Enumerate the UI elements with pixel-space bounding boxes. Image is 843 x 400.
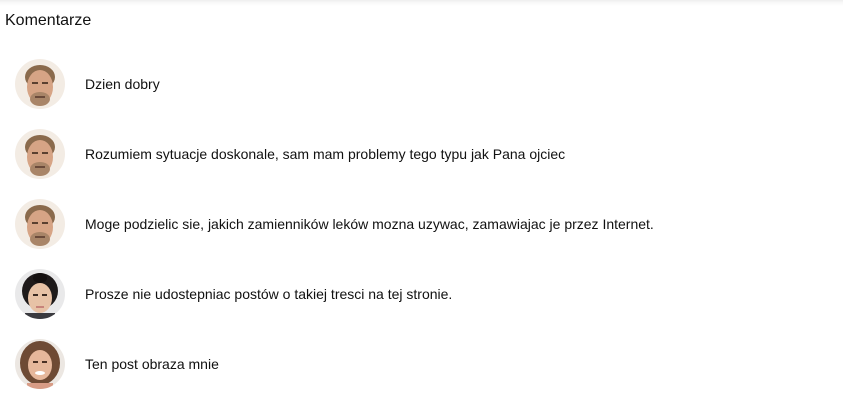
comment-text: Dzien dobry [85,76,160,92]
comment-text: Rozumiem sytuacje doskonale, sam mam pro… [85,146,566,162]
comment-item: Dzien dobry [15,59,835,109]
comment-text: Moge podzielic sie, jakich zamienników l… [85,216,654,232]
comments-panel: Komentarze Dzien dobry Rozumiem sytuacje… [0,0,843,400]
woman-dark-hair-avatar [15,269,65,319]
comment-item: Rozumiem sytuacje doskonale, sam mam pro… [15,129,835,179]
man-face-avatar [15,129,65,179]
comment-item: Ten post obraza mnie [15,339,835,389]
section-title: Komentarze [5,12,92,29]
comment-list: Dzien dobry Rozumiem sytuacje doskonale,… [15,59,835,400]
comment-text: Prosze nie udostepniac postów o takiej t… [85,286,453,302]
man-face-avatar [15,59,65,109]
comment-item: Prosze nie udostepniac postów o takiej t… [15,269,835,319]
comment-item: Moge podzielic sie, jakich zamienników l… [15,199,835,249]
woman-light-hair-avatar [15,339,65,389]
comment-text: Ten post obraza mnie [85,356,219,372]
man-face-avatar [15,199,65,249]
